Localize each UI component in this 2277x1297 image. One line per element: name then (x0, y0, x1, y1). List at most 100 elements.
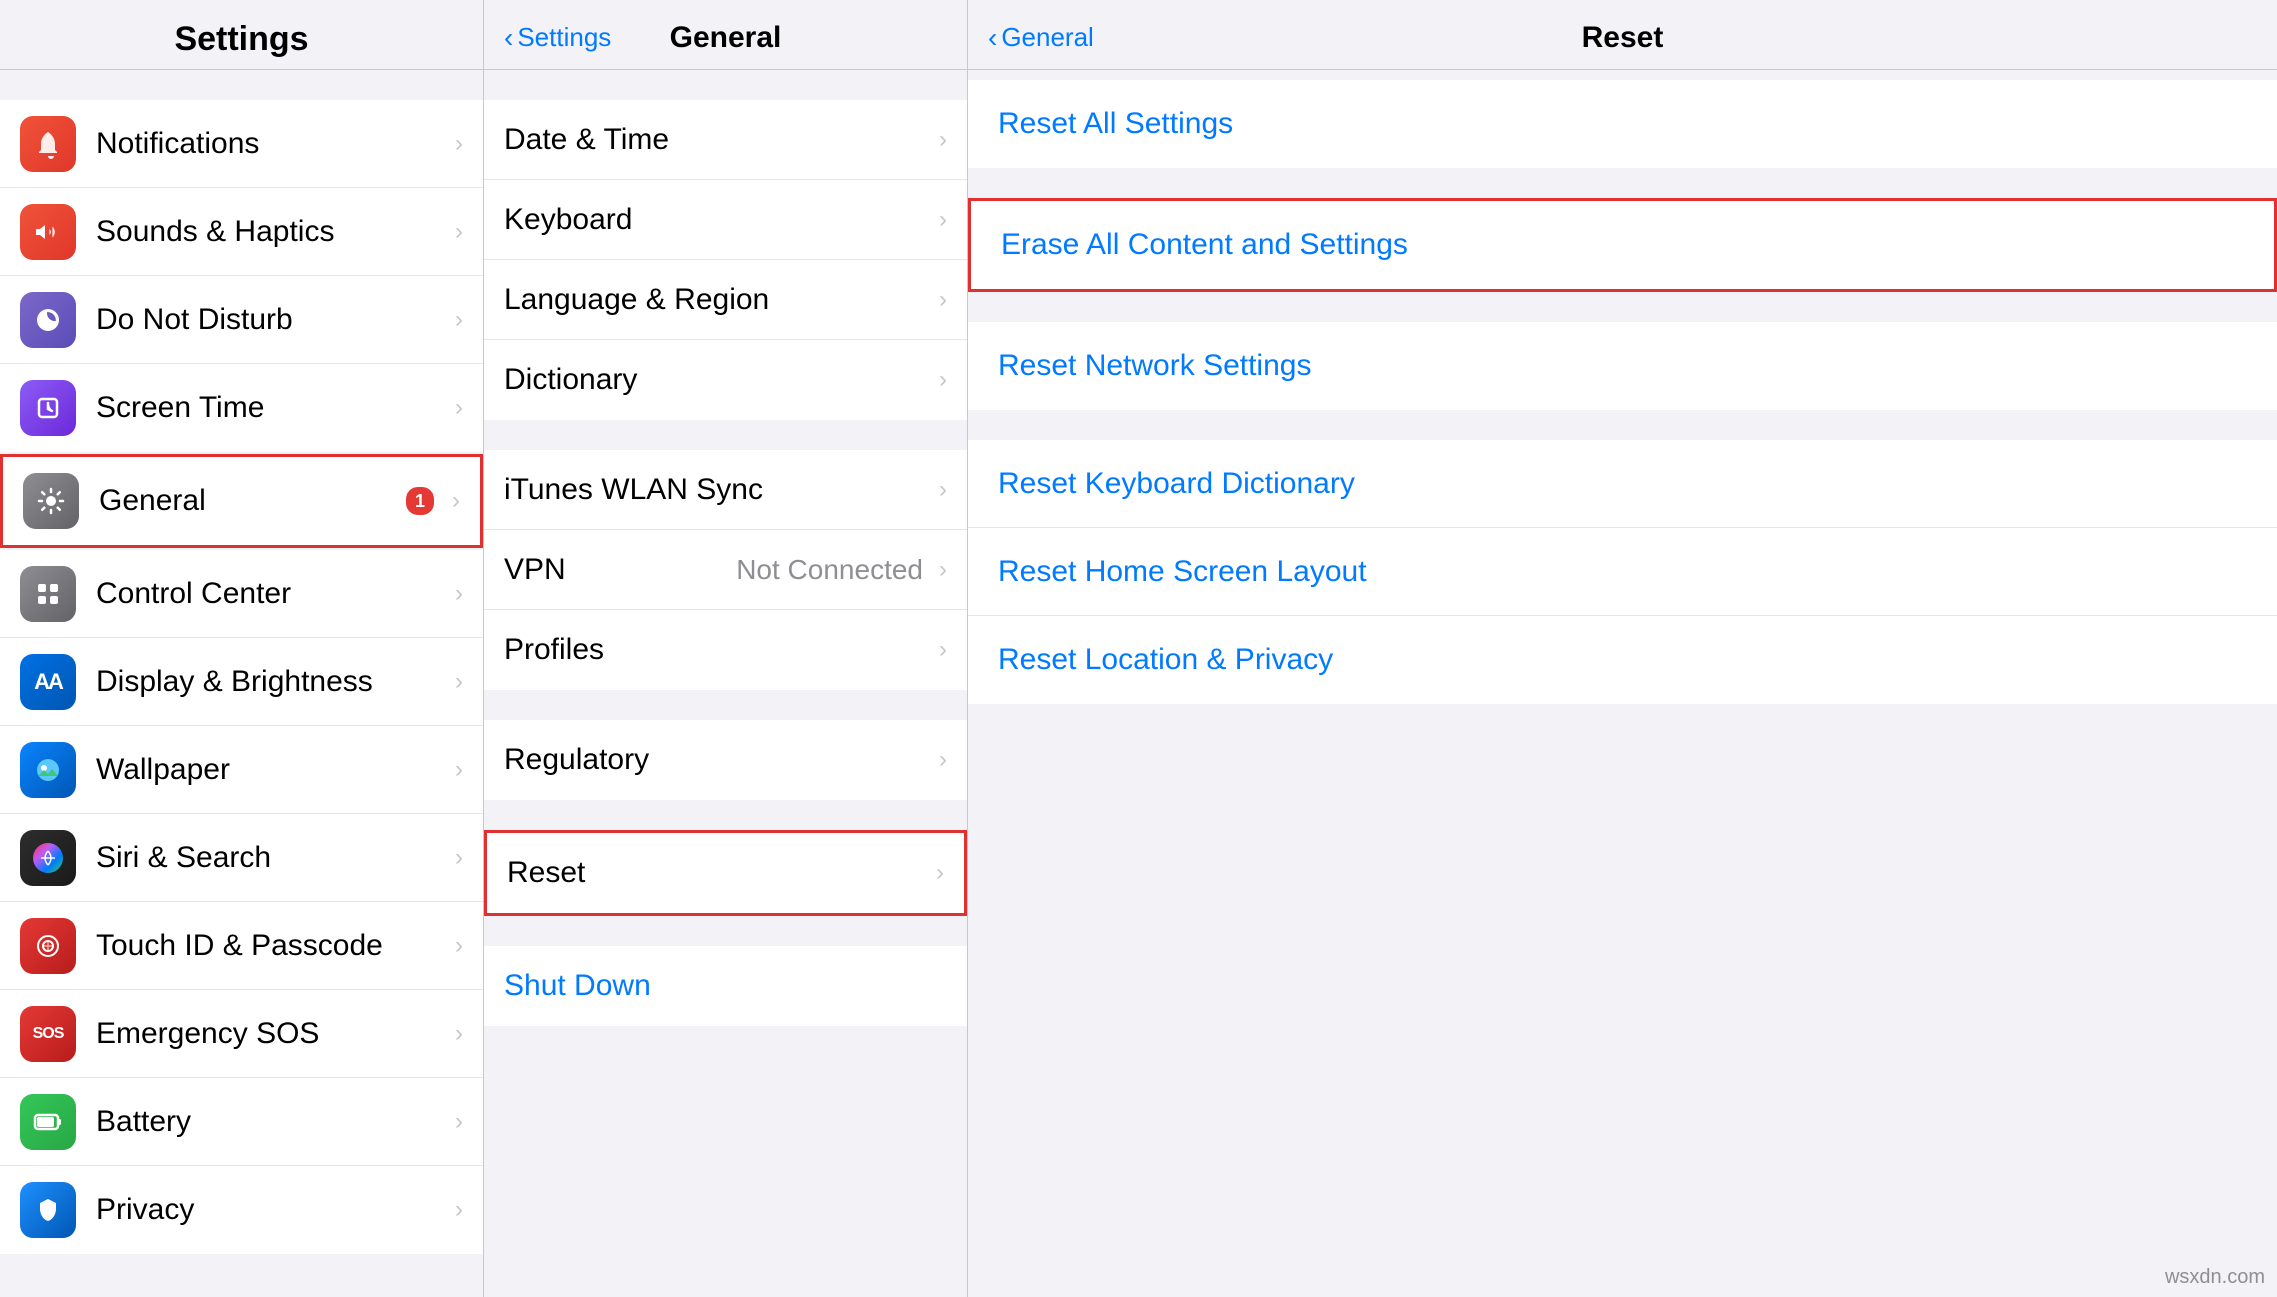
general-item-itunes[interactable]: iTunes WLAN Sync › (484, 450, 967, 530)
reset-item-network[interactable]: Reset Network Settings (968, 322, 2277, 410)
sidebar-item-general[interactable]: General 1 › (3, 457, 480, 545)
general-item-dictionary[interactable]: Dictionary › (484, 340, 967, 420)
reset-item-erase[interactable]: Erase All Content and Settings (971, 201, 2274, 289)
display-label: Display & Brightness (96, 665, 447, 699)
sidebar-item-display[interactable]: AA Display & Brightness › (0, 638, 483, 726)
general-item-keyboard[interactable]: Keyboard › (484, 180, 967, 260)
reset-label: Reset (507, 856, 928, 890)
chevron-icon: › (455, 1020, 463, 1048)
erase-all-label: Erase All Content and Settings (1001, 228, 1408, 262)
sidebar-item-controlcenter[interactable]: Control Center › (0, 550, 483, 638)
siri-label: Siri & Search (96, 841, 447, 875)
reset-section-erase: Erase All Content and Settings (968, 198, 2277, 292)
general-section-1: Date & Time › Keyboard › Language & Regi… (484, 100, 967, 420)
sidebar-item-screentime[interactable]: Screen Time › (0, 364, 483, 452)
general-list: Date & Time › Keyboard › Language & Regi… (484, 70, 967, 1297)
general-section-shutdown: Shut Down (484, 946, 967, 1026)
shutdown-label: Shut Down (504, 969, 947, 1003)
general-icon (23, 473, 79, 529)
battery-label: Battery (96, 1105, 447, 1139)
language-label: Language & Region (504, 283, 931, 317)
vpn-label: VPN (504, 553, 736, 587)
reset-item-location[interactable]: Reset Location & Privacy (968, 616, 2277, 704)
chevron-icon: › (455, 668, 463, 696)
chevron-icon: › (939, 746, 947, 774)
screentime-label: Screen Time (96, 391, 447, 425)
display-icon: AA (20, 654, 76, 710)
general-item-shutdown[interactable]: Shut Down (484, 946, 967, 1026)
battery-icon (20, 1094, 76, 1150)
reset-title: Reset (1582, 21, 1664, 55)
wallpaper-label: Wallpaper (96, 753, 447, 787)
chevron-icon: › (455, 1108, 463, 1136)
back-chevron-icon: ‹ (988, 22, 997, 54)
reset-home-label: Reset Home Screen Layout (998, 555, 1367, 589)
itunes-label: iTunes WLAN Sync (504, 473, 931, 507)
general-back-button[interactable]: ‹ Settings (504, 22, 611, 54)
settings-section-1: Notifications › Sounds & Haptics › Do No… (0, 100, 483, 452)
general-item-profiles[interactable]: Profiles › (484, 610, 967, 690)
settings-section-3: Control Center › AA Display & Brightness… (0, 550, 483, 1254)
chevron-icon: › (455, 844, 463, 872)
reset-item-home[interactable]: Reset Home Screen Layout (968, 528, 2277, 616)
sidebar-item-sos[interactable]: SOS Emergency SOS › (0, 990, 483, 1078)
chevron-icon: › (455, 306, 463, 334)
sidebar-item-touchid[interactable]: Touch ID & Passcode › (0, 902, 483, 990)
chevron-icon: › (455, 1196, 463, 1224)
dictionary-label: Dictionary (504, 363, 931, 397)
sidebar-item-donotdisturb[interactable]: Do Not Disturb › (0, 276, 483, 364)
chevron-icon: › (455, 218, 463, 246)
chevron-icon: › (455, 756, 463, 784)
general-column: ‹ Settings General Date & Time › Keyboar… (484, 0, 968, 1297)
sos-icon: SOS (20, 1006, 76, 1062)
reset-back-label: General (1001, 22, 1094, 53)
general-section-reset: Reset › (484, 830, 967, 916)
sidebar-item-privacy[interactable]: Privacy › (0, 1166, 483, 1254)
notifications-icon (20, 116, 76, 172)
settings-list: Notifications › Sounds & Haptics › Do No… (0, 70, 483, 1297)
privacy-icon (20, 1182, 76, 1238)
general-label: General (99, 484, 406, 518)
chevron-icon: › (455, 932, 463, 960)
settings-header: Settings (0, 0, 483, 70)
chevron-icon: › (455, 580, 463, 608)
general-item-vpn[interactable]: VPN Not Connected › (484, 530, 967, 610)
sidebar-item-notifications[interactable]: Notifications › (0, 100, 483, 188)
settings-section-general: General 1 › (0, 454, 483, 548)
reset-nav-header: ‹ General Reset (968, 0, 2277, 70)
reset-network-label: Reset Network Settings (998, 349, 1311, 383)
general-section-2: iTunes WLAN Sync › VPN Not Connected › P… (484, 450, 967, 690)
vpn-value: Not Connected (736, 554, 923, 586)
reset-column: ‹ General Reset Reset All Settings Erase… (968, 0, 2277, 1297)
chevron-icon: › (939, 556, 947, 584)
chevron-icon: › (455, 130, 463, 158)
general-nav-header: ‹ Settings General (484, 0, 967, 70)
sidebar-item-siri[interactable]: Siri & Search › (0, 814, 483, 902)
chevron-icon: › (939, 286, 947, 314)
reset-all-label: Reset All Settings (998, 107, 1233, 141)
settings-title: Settings (174, 20, 308, 58)
general-item-reset[interactable]: Reset › (487, 833, 964, 913)
datetime-label: Date & Time (504, 123, 931, 157)
sidebar-item-sounds[interactable]: Sounds & Haptics › (0, 188, 483, 276)
wallpaper-icon (20, 742, 76, 798)
general-item-regulatory[interactable]: Regulatory › (484, 720, 967, 800)
sidebar-item-wallpaper[interactable]: Wallpaper › (0, 726, 483, 814)
general-badge: 1 (406, 487, 434, 515)
sidebar-item-battery[interactable]: Battery › (0, 1078, 483, 1166)
general-item-language[interactable]: Language & Region › (484, 260, 967, 340)
reset-section-3: Reset Network Settings (968, 322, 2277, 410)
chevron-icon: › (939, 126, 947, 154)
reset-section-1: Reset All Settings (968, 80, 2277, 168)
chevron-icon: › (452, 487, 460, 515)
general-item-datetime[interactable]: Date & Time › (484, 100, 967, 180)
controlcenter-icon (20, 566, 76, 622)
privacy-label: Privacy (96, 1193, 447, 1227)
chevron-icon: › (936, 859, 944, 887)
screentime-icon (20, 380, 76, 436)
reset-item-keyboard[interactable]: Reset Keyboard Dictionary (968, 440, 2277, 528)
reset-item-all-settings[interactable]: Reset All Settings (968, 80, 2277, 168)
sos-label: Emergency SOS (96, 1017, 447, 1051)
reset-list: Reset All Settings Erase All Content and… (968, 70, 2277, 1297)
reset-back-button[interactable]: ‹ General (988, 22, 1094, 54)
